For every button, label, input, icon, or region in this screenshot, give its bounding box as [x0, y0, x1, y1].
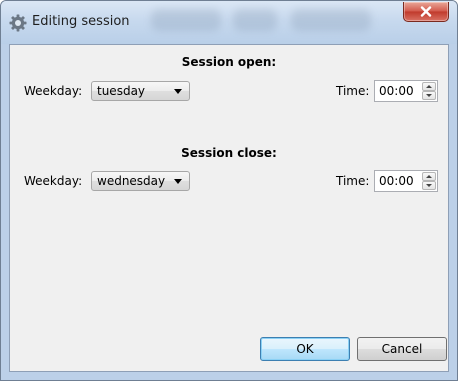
ok-button[interactable]: OK — [260, 337, 350, 361]
open-weekday-select[interactable]: tuesday — [91, 81, 190, 101]
open-time-value: 00:00 — [379, 84, 414, 98]
dialog-window: Editing session Session open: Weekday: t… — [0, 0, 458, 381]
close-button[interactable] — [403, 2, 449, 22]
close-weekday-label: Weekday: — [24, 174, 83, 188]
close-time-input[interactable]: 00:00 — [374, 170, 438, 192]
arrow-down-icon — [426, 94, 432, 97]
chevron-down-icon — [174, 89, 182, 94]
cancel-button[interactable]: Cancel — [357, 337, 447, 361]
open-weekday-value: tuesday — [97, 84, 146, 98]
chevron-down-icon — [174, 179, 182, 184]
background-blur — [233, 9, 277, 31]
window-title: Editing session — [32, 14, 130, 29]
spin-up-button[interactable] — [422, 172, 436, 181]
session-open-heading: Session open: — [181, 55, 277, 69]
close-time-label: Time: — [336, 174, 370, 188]
dialog-content: Session open: Weekday: tuesday Time: 00:… — [9, 44, 449, 372]
spin-up-button[interactable] — [422, 82, 436, 91]
close-weekday-select[interactable]: wednesday — [91, 171, 190, 191]
background-blur — [151, 9, 221, 31]
spin-down-button[interactable] — [422, 181, 436, 190]
open-time-spinner[interactable] — [422, 82, 436, 100]
open-time-label: Time: — [336, 84, 370, 98]
arrow-up-icon — [426, 175, 432, 178]
close-weekday-value: wednesday — [97, 174, 166, 188]
background-blur — [291, 9, 371, 31]
close-icon — [420, 6, 432, 17]
arrow-down-icon — [426, 184, 432, 187]
gear-icon — [9, 14, 27, 32]
close-time-spinner[interactable] — [422, 172, 436, 190]
close-time-value: 00:00 — [379, 174, 414, 188]
spin-down-button[interactable] — [422, 91, 436, 100]
session-close-heading: Session close: — [181, 146, 277, 160]
arrow-up-icon — [426, 85, 432, 88]
open-time-input[interactable]: 00:00 — [374, 80, 438, 102]
open-weekday-label: Weekday: — [24, 84, 83, 98]
title-bar[interactable]: Editing session — [1, 1, 457, 44]
